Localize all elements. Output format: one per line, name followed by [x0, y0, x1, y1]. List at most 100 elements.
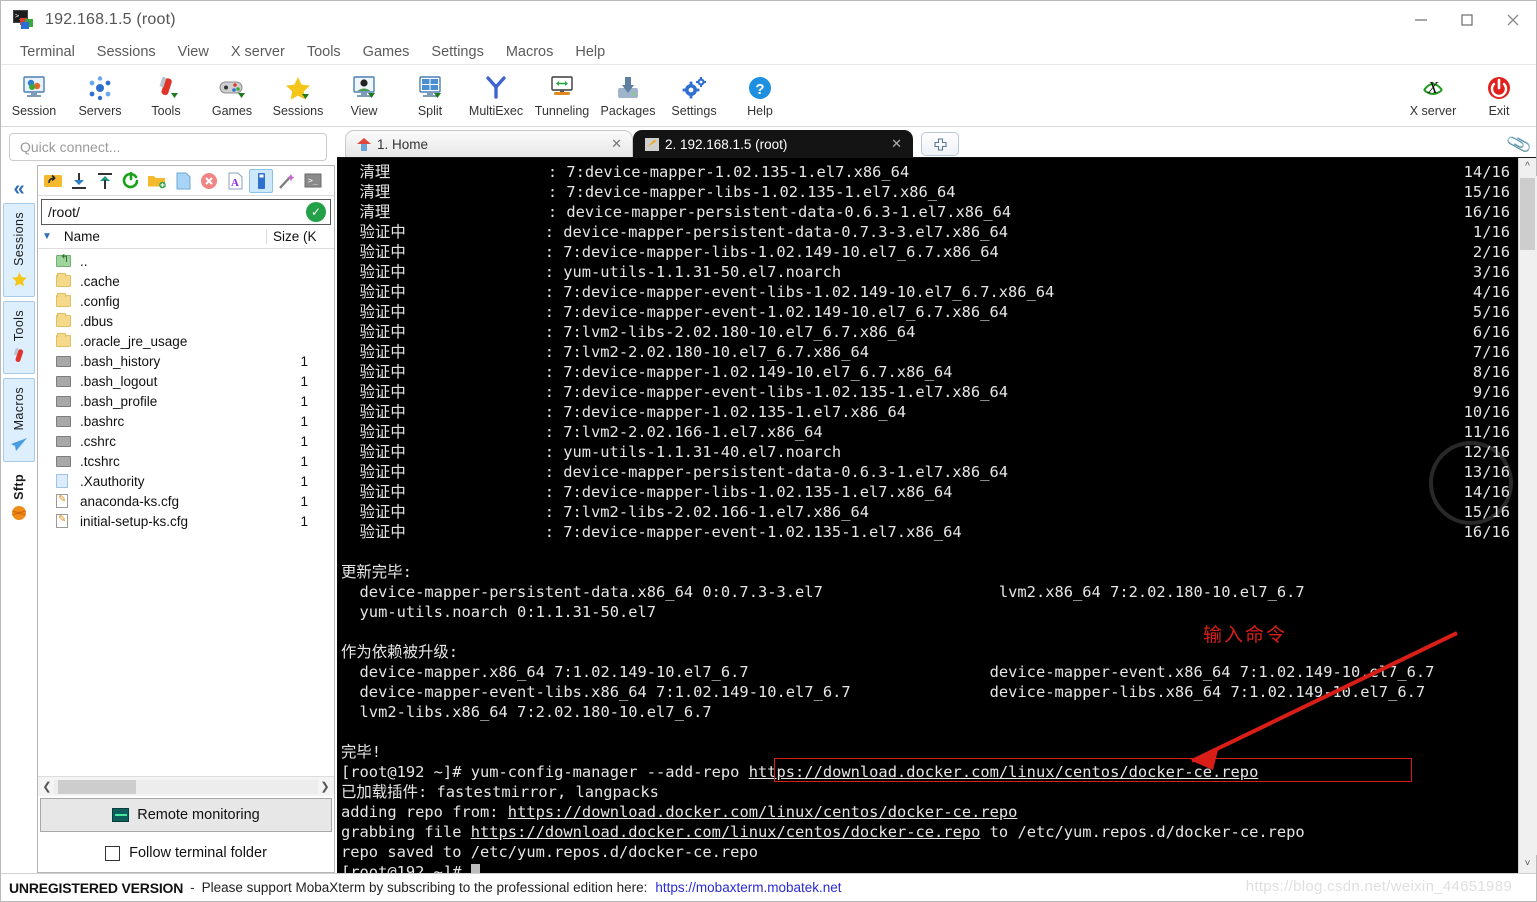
list-item[interactable]: .. — [38, 251, 334, 271]
toolbar-exit-label: Exit — [1488, 104, 1510, 118]
menu-view[interactable]: View — [167, 42, 220, 62]
menu-games[interactable]: Games — [352, 42, 421, 62]
list-item[interactable]: .oracle_jre_usage — [38, 331, 334, 351]
sidebar-item-macros-label: Macros — [12, 387, 26, 431]
file-size: 1 — [300, 493, 308, 509]
tab-session-192-168-1-5[interactable]: 2. 192.168.1.5 (root) ✕ — [633, 130, 913, 157]
toolbar-sessions-button[interactable]: Sessions — [265, 69, 331, 125]
mobaxterm-link[interactable]: https://mobaxterm.mobatek.net — [655, 880, 841, 895]
list-item[interactable]: .dbus — [38, 311, 334, 331]
double-chevron-left-icon[interactable]: « — [13, 179, 24, 199]
chevron-down-icon[interactable]: ˅ — [1525, 855, 1531, 873]
file-name: .. — [80, 253, 88, 269]
toolbar-packages-button[interactable]: Packages — [595, 69, 661, 125]
terminal-url-link[interactable]: https://download.docker.com/linux/centos… — [471, 823, 981, 841]
menu-settings[interactable]: Settings — [420, 42, 494, 62]
chevron-right-icon[interactable]: ❯ — [318, 780, 332, 793]
list-item[interactable]: .cache — [38, 271, 334, 291]
toolbar-tunneling-button[interactable]: Tunneling — [529, 69, 595, 125]
list-item[interactable]: .bash_history 1 — [38, 351, 334, 371]
terminal-scroll-thumb[interactable] — [1519, 178, 1535, 250]
scroll-thumb[interactable] — [58, 779, 136, 794]
magic-wand-icon[interactable] — [275, 169, 299, 193]
terminal-progress-counter: 9/16 — [1472, 383, 1510, 401]
chevron-left-icon[interactable]: ❮ — [40, 780, 54, 793]
terminal-scroll-track[interactable] — [1518, 176, 1537, 855]
list-item[interactable]: .config — [38, 291, 334, 311]
sftp-path-value: /root/ — [48, 204, 80, 220]
tab-home[interactable]: 1. Home ✕ — [345, 130, 633, 157]
new-file-icon[interactable] — [171, 169, 195, 193]
sidebar-item-sftp[interactable]: Sftp — [3, 466, 35, 530]
go-up-folder-icon[interactable] — [41, 169, 65, 193]
column-header-size[interactable]: Size (K — [266, 229, 334, 244]
chevron-up-icon[interactable]: ^ — [1525, 158, 1530, 176]
follow-terminal-folder-row[interactable]: Follow terminal folder — [38, 834, 334, 872]
close-button[interactable] — [1490, 1, 1536, 39]
toolbar-exit-button[interactable]: Exit — [1466, 69, 1532, 125]
toolbar-view-button[interactable]: View — [331, 69, 397, 125]
maximize-button[interactable] — [1444, 1, 1490, 39]
list-item[interactable]: .bashrc 1 — [38, 411, 334, 431]
toolbar-help-button[interactable]: ? Help — [727, 69, 793, 125]
toolbar-x-server-button[interactable]: X X server — [1400, 69, 1466, 125]
toolbar-games-button[interactable]: Games — [199, 69, 265, 125]
command-highlight-box — [774, 758, 1412, 782]
sftp-toolbar: A >_ — [38, 166, 334, 196]
sftp-path-input[interactable]: /root/ ✓ — [41, 199, 331, 225]
menu-help[interactable]: Help — [564, 42, 616, 62]
usb-drive-icon[interactable] — [249, 168, 273, 193]
sidebar-item-sessions[interactable]: Sessions — [3, 203, 35, 297]
file-name: .cache — [80, 273, 120, 289]
new-folder-icon[interactable] — [145, 169, 169, 193]
list-item[interactable]: .tcshrc 1 — [38, 451, 334, 471]
upload-icon[interactable] — [93, 169, 117, 193]
tab-home-close-icon[interactable]: ✕ — [611, 136, 622, 152]
text-edit-icon[interactable]: A — [223, 169, 247, 193]
terminal-url-link[interactable]: https://download.docker.com/linux/centos… — [508, 803, 1018, 821]
list-item[interactable]: .bash_logout 1 — [38, 371, 334, 391]
menu-terminal[interactable]: Terminal — [9, 42, 86, 62]
toolbar-settings-button[interactable]: Settings — [661, 69, 727, 125]
terminal-line: 验证中 : 7:lvm2-libs-2.02.166-1.el7.x86_64 1… — [341, 503, 1510, 521]
list-item[interactable]: anaconda-ks.cfg 1 — [38, 491, 334, 511]
file-size: 1 — [300, 413, 308, 429]
toolbar-tools-button[interactable]: Tools — [133, 69, 199, 125]
toolbar-session-button[interactable]: Session — [1, 69, 67, 125]
toolbar-tunneling-label: Tunneling — [534, 104, 590, 118]
sftp-horizontal-scrollbar[interactable]: ❮ ❯ — [38, 776, 334, 796]
new-tab-button[interactable] — [921, 132, 959, 156]
main-toolbar: Session Servers Tools Games Sessions Vie… — [1, 65, 1536, 127]
list-item[interactable]: .cshrc 1 — [38, 431, 334, 451]
list-item[interactable]: .Xauthority 1 — [38, 471, 334, 491]
paperclip-icon[interactable]: 📎 — [1505, 131, 1533, 158]
list-item[interactable]: .bash_profile 1 — [38, 391, 334, 411]
menu-tools[interactable]: Tools — [296, 42, 352, 62]
quick-connect-input[interactable]: Quick connect... — [9, 133, 327, 161]
menu-sessions[interactable]: Sessions — [86, 42, 167, 62]
delete-icon[interactable] — [197, 169, 221, 193]
refresh-icon[interactable] — [119, 169, 143, 193]
menu-x-server[interactable]: X server — [220, 42, 296, 62]
column-header-name[interactable]: Name — [64, 229, 266, 244]
sidebar-item-macros[interactable]: Macros — [3, 378, 35, 462]
follow-terminal-checkbox[interactable] — [105, 845, 121, 861]
scroll-track[interactable] — [54, 779, 318, 794]
list-item[interactable]: initial-setup-ks.cfg 1 — [38, 511, 334, 531]
terminal-icon[interactable]: >_ — [301, 169, 325, 193]
sftp-file-list[interactable]: .. .cache .config — [38, 249, 334, 776]
download-icon[interactable] — [67, 169, 91, 193]
remote-monitoring-button[interactable]: Remote monitoring — [40, 798, 332, 832]
sort-descending-icon[interactable]: ▼ — [42, 231, 52, 242]
minimize-button[interactable] — [1398, 1, 1444, 39]
toolbar-split-button[interactable]: Split — [397, 69, 463, 125]
menu-macros[interactable]: Macros — [495, 42, 565, 62]
sidebar-item-tools[interactable]: Tools — [3, 300, 35, 375]
file-name: .bash_profile — [80, 393, 158, 409]
terminal-scrollbar[interactable]: ^ ˅ — [1518, 158, 1537, 873]
tab-session-close-icon[interactable]: ✕ — [891, 136, 902, 152]
toolbar-servers-button[interactable]: Servers — [67, 69, 133, 125]
toolbar-multiexec-button[interactable]: MultiExec — [463, 69, 529, 125]
toolbar-tools-label: Tools — [151, 104, 181, 118]
